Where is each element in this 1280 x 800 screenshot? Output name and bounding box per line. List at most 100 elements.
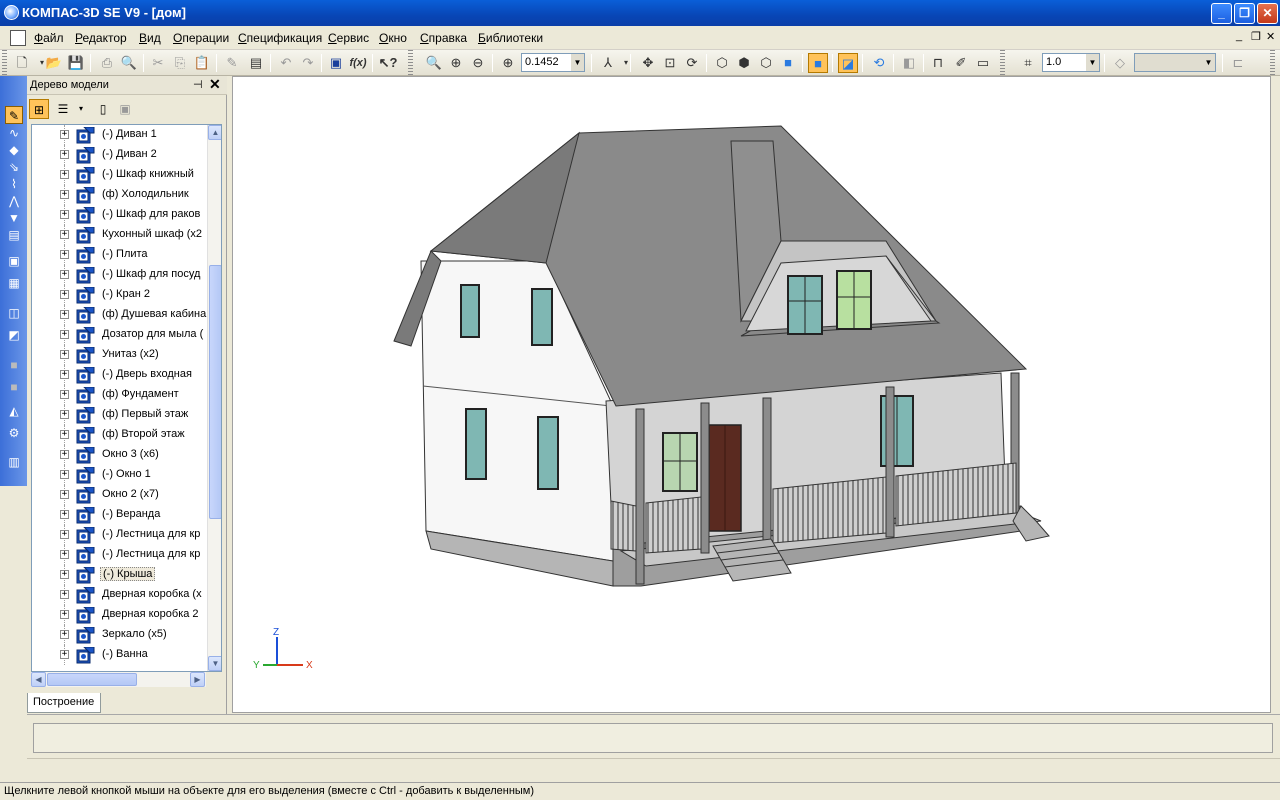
tree-item[interactable]: + Дверная коробка (х	[32, 585, 210, 605]
cube2-icon[interactable]: ◫	[5, 304, 23, 322]
expand-icon[interactable]: +	[60, 270, 69, 279]
curves-icon[interactable]: ∿	[5, 124, 23, 142]
tree-item[interactable]: + (-) Окно 1	[32, 465, 210, 485]
redo-icon[interactable]: ↷	[298, 53, 318, 73]
hidden-lines-icon[interactable]: ⬢	[734, 53, 754, 73]
expand-icon[interactable]: +	[60, 290, 69, 299]
tree-item[interactable]: + (-) Веранда	[32, 505, 210, 525]
tab-construction[interactable]: Построение	[27, 693, 101, 713]
tree-item[interactable]: + (-) Плита	[32, 245, 210, 265]
scroll-down-icon[interactable]: ▼	[208, 656, 221, 671]
tree-item[interactable]: + Окно 3 (х6)	[32, 445, 210, 465]
tree-item[interactable]: + (-) Шкаф для раков	[32, 205, 210, 225]
expand-icon[interactable]: +	[60, 330, 69, 339]
paste-icon[interactable]: 📋	[192, 53, 212, 73]
rotate-icon[interactable]: ⟳	[682, 53, 702, 73]
tree-item[interactable]: + (-) Шкаф для посуд	[32, 265, 210, 285]
tree-item[interactable]: + (ф) Первый этаж	[32, 405, 210, 425]
orientation-dropdown-icon[interactable]: ▾	[616, 53, 636, 73]
edit-icon[interactable]: ✎	[5, 106, 23, 124]
tree-item[interactable]: + (ф) Второй этаж	[32, 425, 210, 445]
wireframe-icon[interactable]: ⬡	[712, 53, 732, 73]
house-model[interactable]: Z X Y	[233, 77, 1272, 714]
tree-item[interactable]: + (-) Кран 2	[32, 285, 210, 305]
maximize-button[interactable]: ❐	[1234, 3, 1255, 24]
expand-icon[interactable]: +	[60, 470, 69, 479]
expand-icon[interactable]: +	[60, 210, 69, 219]
expand-icon[interactable]: +	[60, 530, 69, 539]
menu-window[interactable]: Окно	[379, 31, 407, 45]
tree-view-icon[interactable]: ☰	[53, 99, 73, 119]
tree-item[interactable]: + Дверная коробка 2	[32, 605, 210, 625]
zoom-all-icon[interactable]: ⊡	[660, 53, 680, 73]
draw-settings-icon[interactable]: ✐	[951, 53, 971, 73]
menu-service[interactable]: Сервис	[328, 31, 369, 45]
tree-item[interactable]: + (-) Диван 1	[32, 125, 210, 145]
menu-help[interactable]: Справка	[420, 31, 467, 45]
cut-icon[interactable]: ✂	[148, 53, 168, 73]
tree-item[interactable]: + (-) Шкаф книжный	[32, 165, 210, 185]
perspective-icon[interactable]: ◪	[838, 53, 858, 73]
expand-icon[interactable]: +	[60, 610, 69, 619]
gray2-icon[interactable]: ■	[5, 378, 23, 396]
tree-view-dropdown-icon[interactable]: ▾	[71, 99, 91, 119]
expand-icon[interactable]: +	[60, 650, 69, 659]
menu-libraries[interactable]: Библиотеки	[478, 31, 543, 45]
insert-object-icon[interactable]: ▣	[326, 53, 346, 73]
3d-viewport[interactable]: Z X Y	[232, 76, 1271, 713]
expand-icon[interactable]: +	[60, 150, 69, 159]
pan-icon[interactable]: ✥	[638, 53, 658, 73]
toolbar-grip-2[interactable]	[408, 50, 413, 76]
expand-icon[interactable]: +	[60, 450, 69, 459]
print-preview-icon[interactable]: 🔍	[119, 53, 139, 73]
menu-file[interactable]: Файл	[34, 31, 64, 45]
tree-item[interactable]: + (-) Лестница для кр	[32, 545, 210, 565]
toolbar-grip-3[interactable]	[1000, 50, 1005, 76]
gear-icon[interactable]: ⚙	[5, 424, 23, 442]
tree-item[interactable]: + (-) Лестница для кр	[32, 525, 210, 545]
scroll-thumb-h[interactable]	[47, 673, 137, 686]
spec-icon[interactable]: ▤	[5, 226, 23, 244]
property-field[interactable]	[33, 723, 1273, 753]
tree-props-icon[interactable]: ▯	[93, 99, 113, 119]
expand-icon[interactable]: +	[60, 570, 69, 579]
close-button[interactable]: ✕	[1257, 3, 1278, 24]
sketch-icon[interactable]: ⋀	[5, 192, 23, 210]
zoom-combo[interactable]: 0.1452 ▼	[521, 53, 585, 72]
help-pointer-icon[interactable]: ↖?	[378, 53, 398, 73]
open-icon[interactable]: 📂	[44, 53, 64, 73]
expand-icon[interactable]: +	[60, 430, 69, 439]
show-all-icon[interactable]: ▭	[973, 53, 993, 73]
tree-item[interactable]: + (-) Крыша	[32, 565, 210, 585]
zoom-out-icon[interactable]: ⊖	[468, 53, 488, 73]
expand-icon[interactable]: +	[60, 510, 69, 519]
expand-icon[interactable]: +	[60, 590, 69, 599]
expand-icon[interactable]: +	[60, 170, 69, 179]
tree-item[interactable]: + Окно 2 (х7)	[32, 485, 210, 505]
library-icon[interactable]: ▥	[5, 453, 23, 471]
measure-icon[interactable]: ◭	[5, 402, 23, 420]
chevron-down-icon[interactable]: ▼	[571, 54, 584, 71]
zoom-in-icon[interactable]: ⊕	[446, 53, 466, 73]
toolbar-grip[interactable]	[2, 50, 7, 76]
variables-icon[interactable]: f(x)	[348, 53, 368, 73]
expand-icon[interactable]: +	[60, 310, 69, 319]
open-folder-icon[interactable]: ▦	[5, 274, 23, 292]
tree-item[interactable]: + (ф) Душевая кабина	[32, 305, 210, 325]
scroll-thumb[interactable]	[209, 265, 221, 519]
section-icon[interactable]: ◧	[899, 53, 919, 73]
expand-icon[interactable]: +	[60, 550, 69, 559]
tree-item[interactable]: + (-) Диван 2	[32, 145, 210, 165]
expand-icon[interactable]: +	[60, 630, 69, 639]
gray1-icon[interactable]: ■	[5, 356, 23, 374]
tree-item[interactable]: + Унитаз (х2)	[32, 345, 210, 365]
tree-item[interactable]: + (-) Ванна	[32, 645, 210, 665]
tree-item[interactable]: + Зеркало (х5)	[32, 625, 210, 645]
tree-props2-icon[interactable]: ▣	[115, 99, 135, 119]
menu-view[interactable]: Вид	[139, 31, 161, 45]
tree-item[interactable]: + (ф) Холодильник	[32, 185, 210, 205]
properties-icon[interactable]: ▤	[246, 53, 266, 73]
print-icon[interactable]: ⎙	[97, 53, 117, 73]
cube-icon[interactable]: ▣	[5, 252, 23, 270]
zoom-window-icon[interactable]: 🔍	[424, 53, 444, 73]
